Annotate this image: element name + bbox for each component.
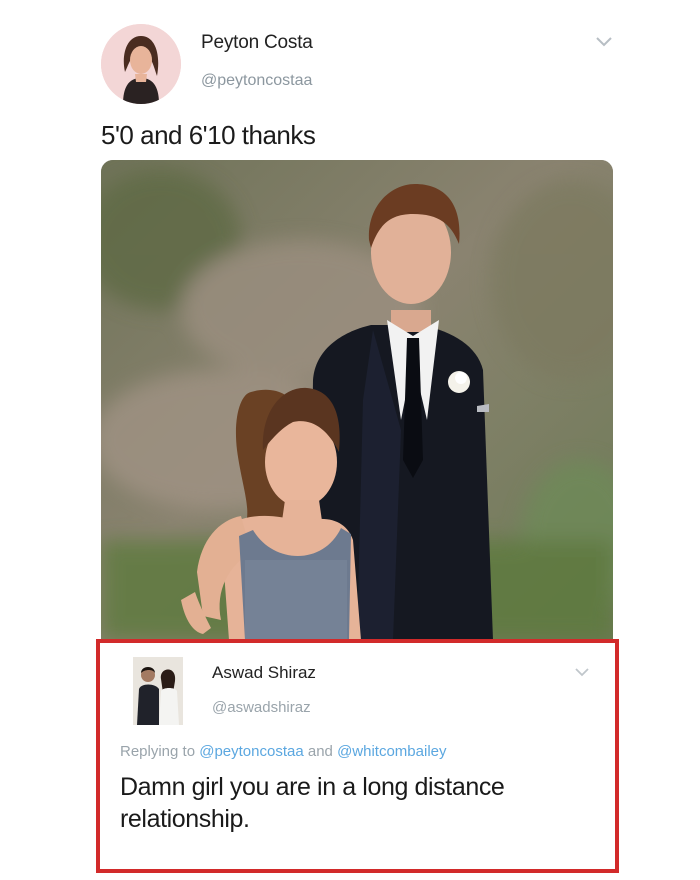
- chevron-down-icon[interactable]: [572, 665, 592, 679]
- author-handle[interactable]: @peytoncostaa: [201, 72, 312, 90]
- replying-prefix: Replying to: [120, 743, 196, 760]
- author-avatar[interactable]: [101, 24, 181, 104]
- couple-photo-icon: [133, 657, 183, 725]
- tweet-photo[interactable]: [101, 160, 613, 640]
- replying-conjunction: and: [307, 743, 333, 760]
- reply-text: Damn girl you are in a long distance rel…: [120, 773, 505, 833]
- profile-photo-icon: [101, 24, 181, 104]
- tweet-text: 5'0 and 6'10 thanks: [101, 120, 316, 150]
- mention-link[interactable]: @whitcombailey: [337, 743, 446, 760]
- prom-photo-icon: [101, 160, 613, 640]
- reply-tweet-highlighted: Aswad Shiraz @aswadshiraz Replying to @p…: [96, 639, 619, 873]
- replying-to-line: Replying to @peytoncostaa and @whitcomba…: [120, 743, 447, 760]
- reply-author-name[interactable]: Aswad Shiraz: [212, 663, 316, 683]
- chevron-down-icon[interactable]: [592, 34, 616, 50]
- author-name[interactable]: Peyton Costa: [201, 32, 313, 54]
- main-tweet: Peyton Costa @peytoncostaa 5'0 and 6'10 …: [0, 0, 700, 640]
- reply-author-avatar[interactable]: [133, 657, 183, 725]
- mention-link[interactable]: @peytoncostaa: [199, 743, 303, 760]
- reply-author-handle[interactable]: @aswadshiraz: [212, 699, 311, 716]
